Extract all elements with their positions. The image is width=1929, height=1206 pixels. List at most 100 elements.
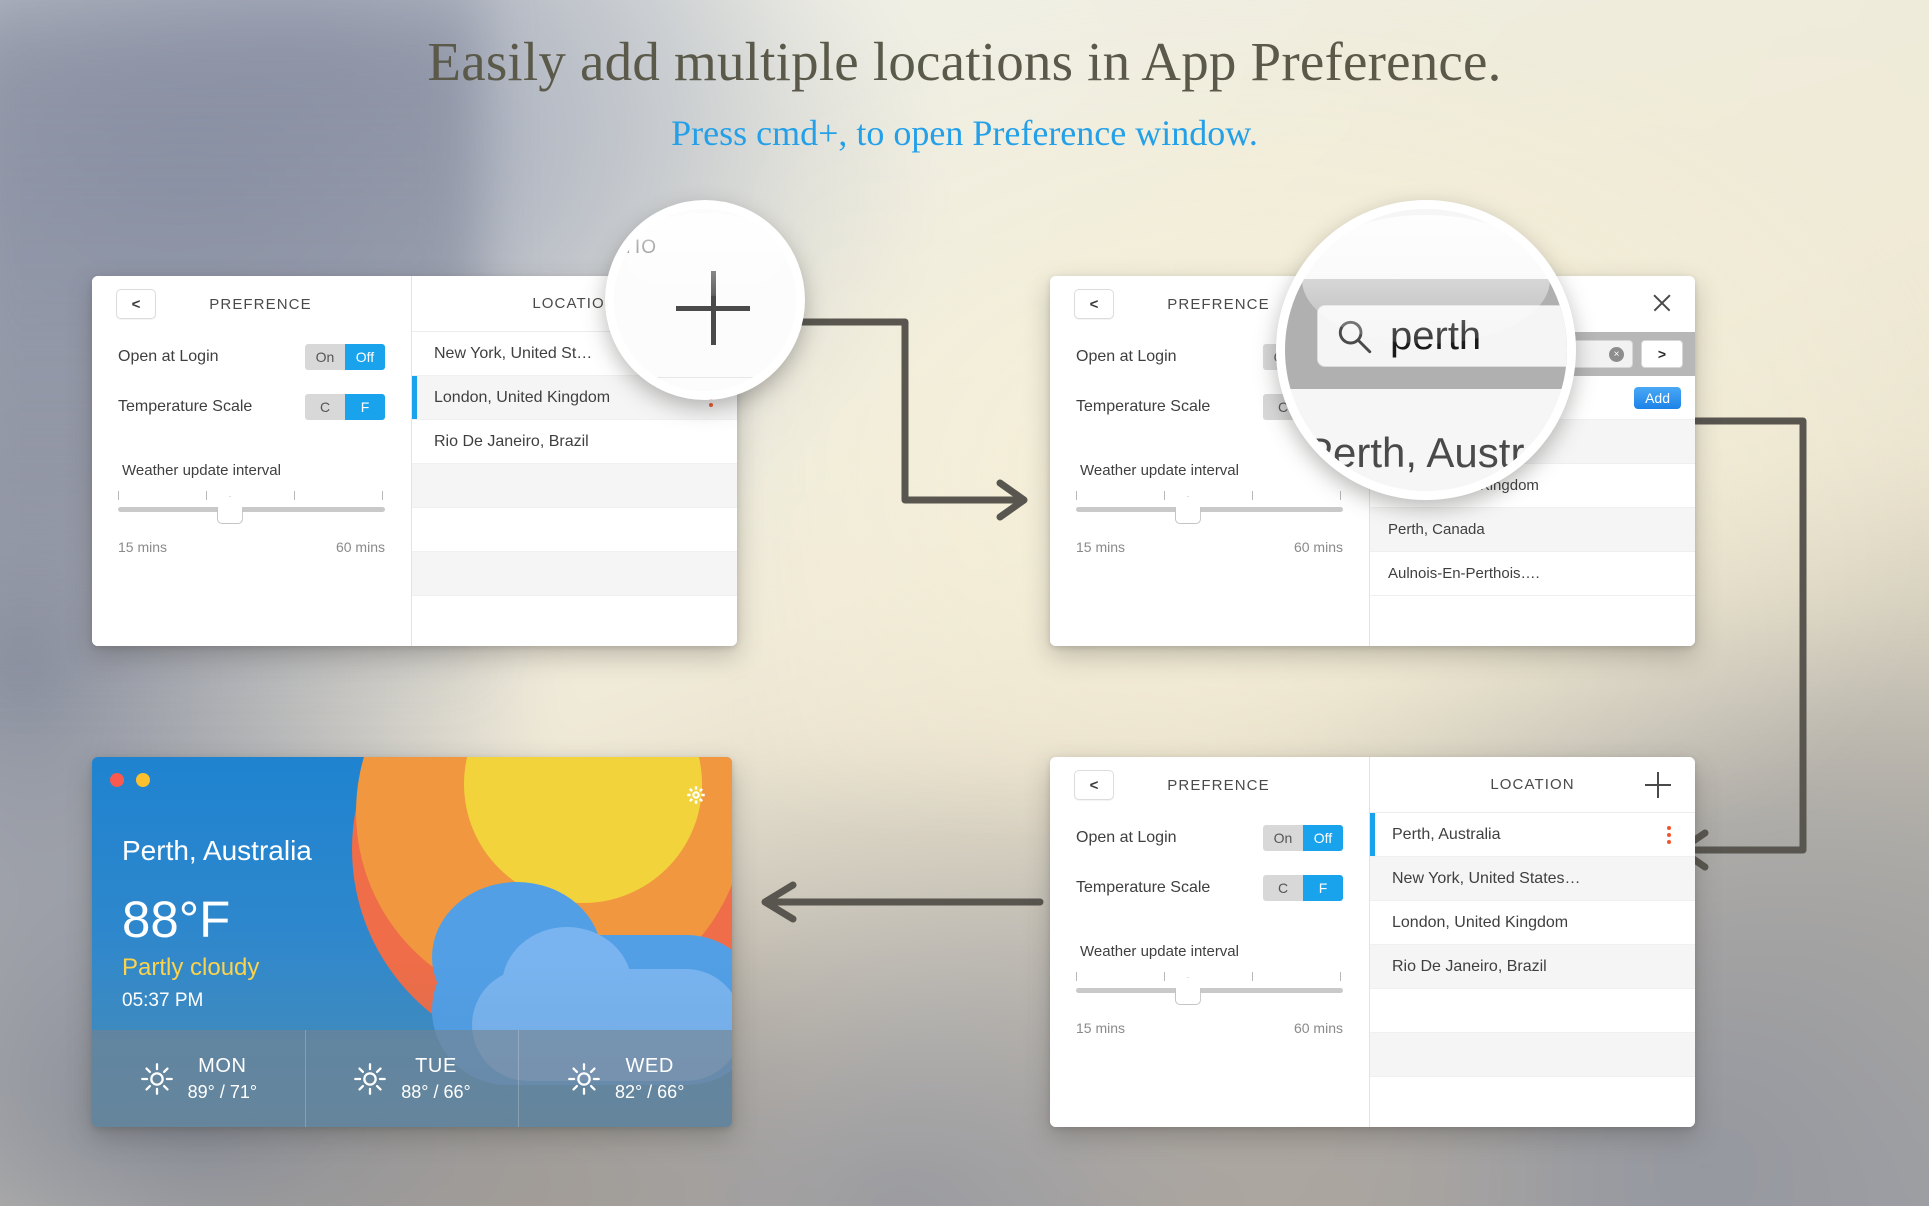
minimize-button[interactable] bbox=[136, 773, 150, 787]
slider-min-label: 15 mins bbox=[1076, 539, 1126, 555]
weather-temperature: 88°F bbox=[122, 891, 231, 948]
slider-min-label: 15 mins bbox=[1076, 1020, 1126, 1036]
preference-pane: < PREFRENCE Open at Login On Off Tempera… bbox=[1050, 757, 1370, 1127]
add-button[interactable]: Add bbox=[1634, 386, 1681, 409]
slider-max-label: 60 mins bbox=[1293, 539, 1343, 555]
weather-time: 05:37 PM bbox=[122, 990, 204, 1011]
temperature-scale-label: Temperature Scale bbox=[118, 398, 253, 415]
plus-icon[interactable] bbox=[1645, 771, 1671, 798]
forecast-temps: 82° / 66° bbox=[614, 1081, 685, 1102]
back-button[interactable]: < bbox=[1074, 289, 1114, 319]
preference-window-3[interactable]: < PREFRENCE Open at Login On Off Tempera… bbox=[1050, 757, 1695, 1127]
list-item[interactable]: London, United Kingdom bbox=[1370, 901, 1695, 945]
forecast-day-label: WED bbox=[625, 1054, 674, 1077]
result-name: Perth, Canada bbox=[1388, 521, 1485, 538]
update-interval-slider[interactable] bbox=[92, 491, 411, 531]
sun-icon bbox=[354, 1062, 387, 1095]
forecast-day-tue[interactable]: TUE 88° / 66° bbox=[306, 1030, 520, 1127]
page-subheadline: Press cmd+, to open Preference window. bbox=[671, 113, 1258, 153]
page-headline: Easily add multiple locations in App Pre… bbox=[427, 31, 1502, 92]
open-at-login-off[interactable]: Off bbox=[1303, 825, 1343, 851]
temperature-scale-c[interactable]: C bbox=[1263, 875, 1303, 901]
open-at-login-row: Open at Login On Off bbox=[1050, 813, 1369, 863]
list-item[interactable]: Perth, Canada bbox=[1370, 508, 1695, 552]
location-pane: LOCATION Perth, Australia New York, Unit… bbox=[1370, 757, 1695, 1127]
slider-track[interactable] bbox=[1076, 507, 1343, 512]
temperature-scale-row: Temperature Scale C F bbox=[92, 382, 411, 432]
temperature-scale-label: Temperature Scale bbox=[1076, 879, 1211, 896]
slider-ticks bbox=[1076, 491, 1343, 501]
location-name: London, United Kingdom bbox=[434, 388, 611, 406]
temperature-scale-toggle[interactable]: C F bbox=[1263, 875, 1343, 901]
preference-pane: < PREFRENCE Open at Login On Off Tempera… bbox=[92, 276, 412, 646]
location-name: Rio De Janeiro, Brazil bbox=[1392, 957, 1547, 975]
forecast-day-mon[interactable]: MON 89° / 71° bbox=[92, 1030, 306, 1127]
slider-track[interactable] bbox=[1076, 988, 1343, 993]
close-button[interactable] bbox=[110, 773, 124, 787]
location-name: New York, United St… bbox=[434, 344, 593, 362]
sun-icon bbox=[140, 1062, 173, 1095]
weather-condition: Partly cloudy bbox=[122, 954, 260, 981]
back-button[interactable]: < bbox=[1074, 770, 1114, 800]
forecast-day-wed[interactable]: WED 82° / 66° bbox=[519, 1030, 732, 1127]
list-item[interactable]: Rio De Janeiro, Brazil bbox=[1370, 945, 1695, 989]
update-interval-label: Weather update interval bbox=[1080, 943, 1239, 960]
list-item-empty bbox=[1370, 989, 1695, 1033]
open-at-login-toggle[interactable]: On Off bbox=[1263, 825, 1343, 851]
slider-range-labels: 15 mins 60 mins bbox=[1050, 539, 1369, 555]
forecast-day-label: TUE bbox=[415, 1054, 457, 1077]
search-go-button[interactable]: > bbox=[1641, 340, 1683, 368]
update-interval-label: Weather update interval bbox=[122, 462, 281, 479]
gear-icon[interactable] bbox=[686, 785, 706, 805]
open-at-login-toggle[interactable]: On Off bbox=[305, 344, 385, 370]
weather-city: Perth, Australia bbox=[122, 835, 312, 866]
close-icon[interactable] bbox=[1651, 292, 1673, 314]
open-at-login-label: Open at Login bbox=[1076, 348, 1177, 365]
open-at-login-label: Open at Login bbox=[118, 348, 219, 365]
magnifier-add-button: LOCATIO d St bbox=[605, 200, 805, 400]
weather-widget[interactable]: Perth, Australia 88°F Partly cloudy 05:3… bbox=[92, 757, 732, 1127]
open-at-login-on[interactable]: On bbox=[1263, 825, 1303, 851]
update-interval-slider[interactable] bbox=[1050, 972, 1369, 1012]
slider-ticks bbox=[1076, 972, 1343, 982]
result-name: Aulnois-En-Perthois…. bbox=[1388, 565, 1540, 582]
list-item-empty bbox=[412, 464, 737, 508]
temperature-scale-f[interactable]: F bbox=[345, 394, 385, 420]
list-item[interactable]: Perth, Australia bbox=[1370, 813, 1695, 857]
slider-range-labels: 15 mins 60 mins bbox=[1050, 1020, 1369, 1036]
list-item-empty bbox=[412, 552, 737, 596]
preference-header: < PREFRENCE bbox=[92, 276, 411, 332]
forecast-temps: 88° / 66° bbox=[401, 1081, 471, 1102]
list-item[interactable]: Aulnois-En-Perthois…. bbox=[1370, 552, 1695, 596]
slider-ticks bbox=[118, 491, 385, 501]
temperature-scale-f[interactable]: F bbox=[1303, 875, 1343, 901]
open-at-login-on[interactable]: On bbox=[305, 344, 345, 370]
list-item[interactable]: New York, United States… bbox=[1370, 857, 1695, 901]
open-at-login-row: Open at Login On Off bbox=[92, 332, 411, 382]
open-at-login-off[interactable]: Off bbox=[345, 344, 385, 370]
back-button[interactable]: < bbox=[116, 289, 156, 319]
list-item-empty bbox=[412, 508, 737, 552]
slider-min-label: 15 mins bbox=[118, 539, 168, 555]
window-controls[interactable] bbox=[110, 773, 150, 787]
more-options-icon[interactable] bbox=[1667, 825, 1671, 844]
forecast-strip: MON 89° / 71° TUE 88° / 66° WED 82° / 66… bbox=[92, 1030, 732, 1127]
location-header: LOCATION bbox=[1370, 757, 1695, 813]
location-name: Perth, Australia bbox=[1392, 825, 1501, 843]
temperature-scale-row: Temperature Scale C F bbox=[1050, 863, 1369, 913]
slider-max-label: 60 mins bbox=[1293, 1020, 1343, 1036]
slider-track[interactable] bbox=[118, 507, 385, 512]
magnified-result-1: Perth, Austr bbox=[1305, 429, 1525, 476]
preference-header: < PREFRENCE bbox=[1050, 757, 1369, 813]
temperature-scale-label: Temperature Scale bbox=[1076, 398, 1211, 415]
forecast-temps: 89° / 71° bbox=[187, 1081, 258, 1102]
list-item[interactable]: Rio De Janeiro, Brazil bbox=[412, 420, 737, 464]
magnifier-search-field: perth Perth, Austr nited… bbox=[1276, 200, 1576, 500]
list-item-empty bbox=[1370, 1033, 1695, 1077]
location-name: Rio De Janeiro, Brazil bbox=[434, 432, 589, 450]
temperature-scale-toggle[interactable]: C F bbox=[305, 394, 385, 420]
sun-icon bbox=[568, 1062, 600, 1095]
clear-icon[interactable]: × bbox=[1609, 346, 1624, 362]
update-interval-slider[interactable] bbox=[1050, 491, 1369, 531]
temperature-scale-c[interactable]: C bbox=[305, 394, 345, 420]
